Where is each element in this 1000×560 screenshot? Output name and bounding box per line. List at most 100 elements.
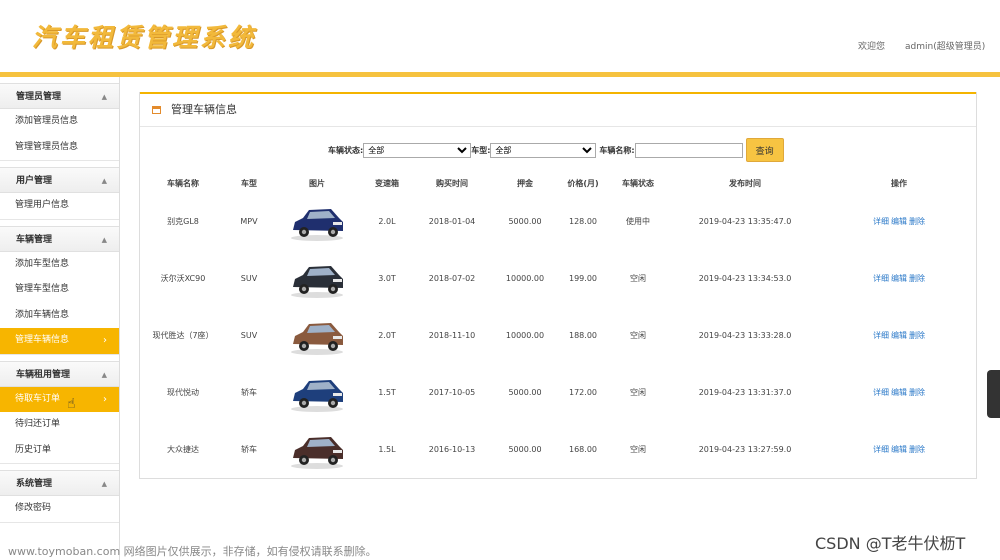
cell-type: 轿车 — [241, 445, 257, 454]
app-logo: 汽车租赁管理系统 — [32, 23, 257, 52]
cell-buy: 2018-01-04 — [428, 217, 476, 226]
sidebar-item-manage-admin[interactable]: 管理管理员信息 — [0, 135, 119, 161]
row-actions: 详细 编辑 删除 — [822, 421, 976, 478]
car-image — [291, 265, 343, 298]
sidebar-group-title[interactable]: 车辆租用管理 ▲ — [0, 360, 119, 387]
calendar-icon — [152, 106, 161, 114]
sidebar-group-title[interactable]: 车辆管理 ▲ — [0, 225, 119, 252]
cell-buy: 2018-11-10 — [428, 331, 476, 340]
column-header: 车辆名称 — [167, 178, 199, 188]
cell-name: 现代胜达（7座） — [152, 331, 214, 340]
cell-name: 沃尔沃XC90 — [160, 274, 206, 283]
collapse-arrow-icon: ▲ — [101, 177, 107, 185]
search-button[interactable]: 查询 — [745, 138, 784, 162]
edit-link[interactable]: 编辑 — [891, 445, 907, 454]
edit-link[interactable]: 编辑 — [891, 388, 907, 397]
cell-type: 轿车 — [241, 388, 257, 397]
cell-status: 空闲 — [630, 388, 646, 397]
sidebar-group-title[interactable]: 系统管理 ▲ — [0, 470, 119, 496]
column-header: 变速箱 — [375, 178, 399, 188]
cell-gearbox: 1.5L — [378, 445, 396, 454]
name-label: 车辆名称: — [599, 145, 635, 155]
detail-link[interactable]: 详细 — [873, 331, 889, 340]
cell-status: 使用中 — [626, 217, 650, 226]
status-select[interactable]: 全部 — [363, 142, 472, 158]
user-info[interactable]: admin(超级管理员) — [905, 39, 985, 52]
cell-status: 空闲 — [630, 445, 646, 454]
detail-link[interactable]: 详细 — [873, 445, 889, 454]
cell-status: 空闲 — [630, 274, 646, 283]
sidebar-group-vehicles: 车辆管理 ▲ 添加车型信息 管理车型信息 添加车辆信息 管理车辆信息 › — [0, 225, 119, 355]
sidebar-group-system: 系统管理 ▲ 修改密码 — [0, 470, 119, 523]
collapse-arrow-icon: ▲ — [101, 480, 107, 488]
sidebar-item-manage-users[interactable]: 管理用户信息 — [0, 193, 119, 219]
sidebar-group-rentals: 车辆租用管理 ▲ 待取车订单 › 待归还订单 历史订单 — [0, 360, 119, 464]
detail-link[interactable]: 详细 — [873, 274, 889, 283]
sidebar-group-users: 用户管理 ▲ 管理用户信息 — [0, 167, 119, 220]
sidebar-item-add-type[interactable]: 添加车型信息 — [0, 252, 119, 278]
cell-gearbox: 1.5T — [378, 388, 396, 397]
status-label: 车辆状态: — [328, 145, 364, 155]
cell-deposit: 5000.00 — [508, 388, 542, 397]
edit-link[interactable]: 编辑 — [891, 331, 907, 340]
panel-title: 管理车辆信息 — [171, 103, 237, 116]
vehicle-table: 车辆名称 车型 图片 变速箱 购买时间 押金 价格(月) 车辆状态 发布时间 操作 别克GL8 MP… — [140, 173, 976, 478]
side-toggle-button[interactable] — [987, 370, 1000, 418]
sidebar-item-add-vehicle[interactable]: 添加车辆信息 — [0, 303, 119, 329]
sidebar-item-pickup-orders[interactable]: 待取车订单 › — [0, 386, 119, 412]
vehicle-image — [272, 421, 362, 478]
cell-price: 188.00 — [569, 331, 597, 340]
cell-price: 199.00 — [569, 274, 597, 283]
delete-link[interactable]: 删除 — [909, 274, 925, 283]
column-header: 车型 — [241, 178, 257, 188]
cell-publish: 2019-04-23 13:35:47.0 — [698, 217, 792, 226]
sidebar-group-admin: 管理员管理 ▲ 添加管理员信息 管理管理员信息 — [0, 83, 119, 161]
sidebar-group-title[interactable]: 管理员管理 ▲ — [0, 83, 119, 109]
car-image — [291, 322, 343, 355]
cell-type: SUV — [240, 274, 258, 283]
collapse-arrow-icon: ▲ — [101, 93, 107, 101]
welcome-text: 欢迎您 — [858, 42, 886, 52]
cursor-icon: ☝ — [67, 396, 76, 412]
name-input[interactable] — [634, 142, 743, 158]
type-select[interactable]: 全部 — [490, 142, 597, 158]
cell-gearbox: 2.0L — [378, 217, 396, 226]
header-divider — [0, 72, 1000, 77]
sidebar-item-history-orders[interactable]: 历史订单 — [0, 438, 119, 464]
type-label: 车型: — [471, 145, 491, 155]
delete-link[interactable]: 删除 — [909, 445, 925, 454]
cell-publish: 2019-04-23 13:34:53.0 — [698, 274, 792, 283]
sidebar-item-change-password[interactable]: 修改密码 — [0, 496, 119, 522]
sidebar-item-return-orders[interactable]: 待归还订单 — [0, 412, 119, 438]
vehicle-image — [272, 193, 362, 250]
column-header: 车辆状态 — [622, 178, 654, 188]
cell-buy: 2018-07-02 — [428, 274, 476, 283]
detail-link[interactable]: 详细 — [873, 217, 889, 226]
cell-name: 现代悦动 — [167, 388, 199, 397]
cell-name: 大众捷达 — [167, 445, 199, 454]
delete-link[interactable]: 删除 — [909, 388, 925, 397]
sidebar-item-manage-vehicle[interactable]: 管理车辆信息 › — [0, 328, 119, 354]
chevron-right-icon: › — [103, 393, 107, 405]
sidebar-group-title[interactable]: 用户管理 ▲ — [0, 167, 119, 193]
vehicle-image — [272, 307, 362, 364]
table-row: 现代悦动 轿车 1.5T 2017-10-05 5000.00 172.00 空闲 2019-… — [140, 364, 976, 421]
delete-link[interactable]: 删除 — [909, 217, 925, 226]
cell-deposit: 5000.00 — [508, 217, 542, 226]
detail-link[interactable]: 详细 — [873, 388, 889, 397]
column-header: 操作 — [891, 178, 907, 188]
sidebar-item-manage-type[interactable]: 管理车型信息 — [0, 277, 119, 303]
cell-gearbox: 3.0T — [378, 274, 396, 283]
row-actions: 详细 编辑 删除 — [822, 193, 976, 250]
chevron-right-icon: › — [103, 335, 107, 346]
table-row: 别克GL8 MPV 2.0L 2018-01-04 5000.00 128.00 使用中 20… — [140, 193, 976, 250]
delete-link[interactable]: 删除 — [909, 331, 925, 340]
edit-link[interactable]: 编辑 — [891, 274, 907, 283]
cell-price: 128.00 — [569, 217, 597, 226]
edit-link[interactable]: 编辑 — [891, 217, 907, 226]
cell-publish: 2019-04-23 13:33:28.0 — [698, 331, 792, 340]
cell-type: SUV — [240, 331, 258, 340]
cell-buy: 2016-10-13 — [428, 445, 476, 454]
sidebar-item-add-admin[interactable]: 添加管理员信息 — [0, 109, 119, 135]
cell-price: 168.00 — [569, 445, 597, 454]
